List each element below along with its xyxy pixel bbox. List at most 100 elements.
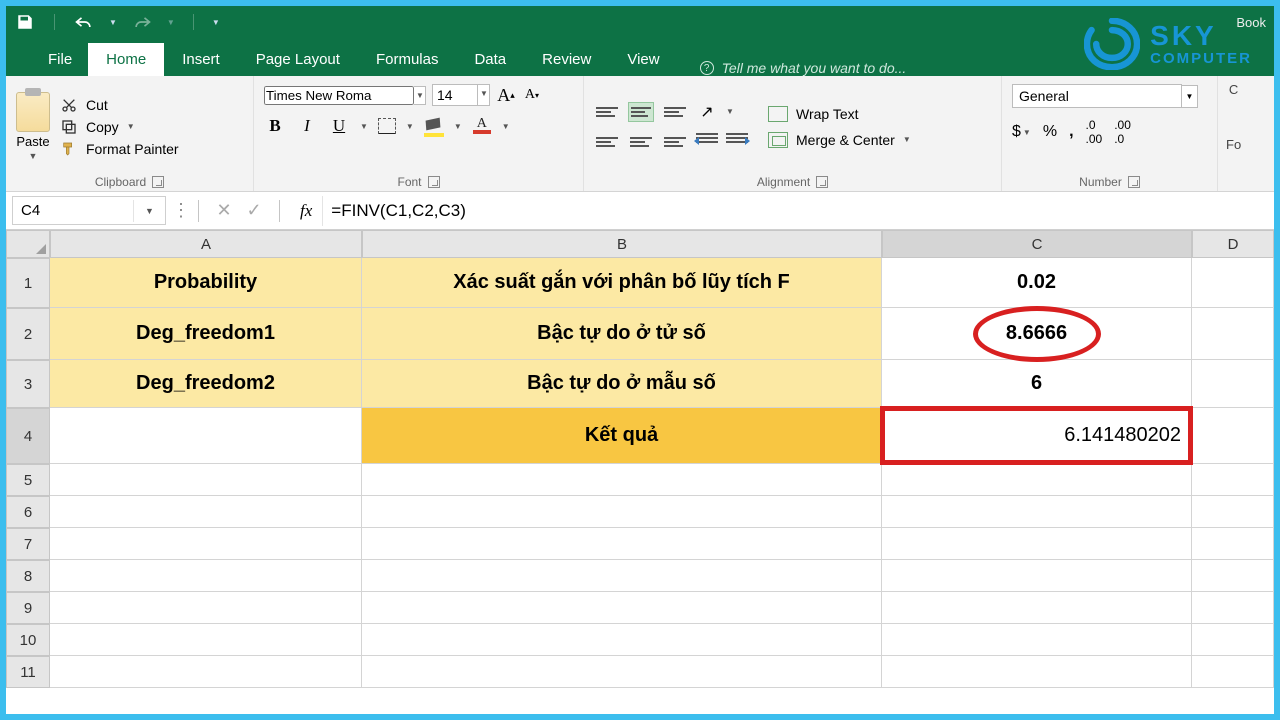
cell-C5[interactable]	[882, 464, 1192, 496]
paste-button[interactable]: Paste ▼	[16, 92, 50, 161]
tab-review[interactable]: Review	[524, 43, 609, 76]
cell-A1[interactable]: Probability	[50, 258, 362, 308]
select-all-corner[interactable]	[6, 230, 50, 258]
cell-C7[interactable]	[882, 528, 1192, 560]
col-header-B[interactable]: B	[362, 230, 882, 258]
row-header-9[interactable]: 9	[6, 592, 50, 624]
cell-D1[interactable]	[1192, 258, 1274, 308]
merge-center-button[interactable]: Merge & Center ▼	[768, 132, 911, 148]
clipboard-dialog-launcher[interactable]	[152, 176, 164, 188]
percent-format-button[interactable]: %	[1043, 123, 1057, 141]
cell-D10[interactable]	[1192, 624, 1274, 656]
cell-D5[interactable]	[1192, 464, 1274, 496]
cell-C1[interactable]: 0.02	[882, 258, 1192, 308]
font-color-dropdown[interactable]: ▼	[502, 122, 510, 131]
number-format-dropdown[interactable]: ▼	[1182, 85, 1198, 108]
align-center-button[interactable]	[628, 132, 654, 152]
enter-button[interactable]: ✓	[239, 200, 269, 221]
cell-B3[interactable]: Bậc tự do ở mẫu số	[362, 360, 882, 408]
font-dialog-launcher[interactable]	[428, 176, 440, 188]
orientation-dropdown[interactable]: ▼	[726, 107, 734, 116]
row-header-1[interactable]: 1	[6, 258, 50, 308]
cell-C8[interactable]	[882, 560, 1192, 592]
tab-data[interactable]: Data	[456, 43, 524, 76]
align-middle-button[interactable]	[628, 102, 654, 122]
col-header-C[interactable]: C	[882, 230, 1192, 258]
cell-C2[interactable]: 8.6666	[882, 308, 1192, 360]
font-color-button[interactable]: A	[472, 118, 492, 134]
cell-C9[interactable]	[882, 592, 1192, 624]
tab-page-layout[interactable]: Page Layout	[238, 43, 358, 76]
tab-formulas[interactable]: Formulas	[358, 43, 457, 76]
col-header-A[interactable]: A	[50, 230, 362, 258]
copy-button[interactable]: Copy ▼	[60, 119, 179, 135]
cell-B5[interactable]	[362, 464, 882, 496]
font-name-input[interactable]	[264, 86, 414, 105]
cell-A7[interactable]	[50, 528, 362, 560]
cell-A2[interactable]: Deg_freedom1	[50, 308, 362, 360]
align-left-button[interactable]	[594, 132, 620, 152]
cell-A4[interactable]	[50, 408, 362, 464]
fill-color-dropdown[interactable]: ▼	[454, 122, 462, 131]
name-box-input[interactable]	[13, 197, 133, 224]
cell-B4[interactable]: Kết quả	[362, 408, 882, 464]
tab-insert[interactable]: Insert	[164, 43, 238, 76]
name-box[interactable]: ▼	[12, 196, 166, 225]
decrease-decimal-button[interactable]: .00.0	[1114, 118, 1131, 146]
italic-button[interactable]: I	[296, 116, 318, 136]
alignment-dialog-launcher[interactable]	[816, 176, 828, 188]
row-header-6[interactable]: 6	[6, 496, 50, 528]
cell-A5[interactable]	[50, 464, 362, 496]
fx-icon[interactable]: fx	[300, 201, 312, 221]
cell-D6[interactable]	[1192, 496, 1274, 528]
cell-D8[interactable]	[1192, 560, 1274, 592]
undo-icon[interactable]	[73, 11, 95, 33]
cell-C11[interactable]	[882, 656, 1192, 688]
fill-color-button[interactable]	[424, 118, 444, 134]
shrink-font-button[interactable]: A▾	[522, 85, 542, 105]
underline-dropdown[interactable]: ▼	[360, 122, 368, 131]
cell-C10[interactable]	[882, 624, 1192, 656]
cut-button[interactable]: Cut	[60, 97, 179, 113]
name-box-dropdown[interactable]: ▼	[133, 200, 165, 222]
row-header-3[interactable]: 3	[6, 360, 50, 408]
cell-D4[interactable]	[1192, 408, 1274, 464]
row-header-11[interactable]: 11	[6, 656, 50, 688]
row-header-2[interactable]: 2	[6, 308, 50, 360]
format-painter-button[interactable]: Format Painter	[60, 141, 179, 157]
number-dialog-launcher[interactable]	[1128, 176, 1140, 188]
decrease-indent-button[interactable]	[696, 133, 718, 151]
tab-view[interactable]: View	[609, 43, 677, 76]
save-icon[interactable]	[14, 11, 36, 33]
row-header-7[interactable]: 7	[6, 528, 50, 560]
cell-B10[interactable]	[362, 624, 882, 656]
font-size-dropdown[interactable]: ▼	[478, 84, 490, 106]
cell-D9[interactable]	[1192, 592, 1274, 624]
row-header-10[interactable]: 10	[6, 624, 50, 656]
cell-C3[interactable]: 6	[882, 360, 1192, 408]
namebox-resize[interactable]: ⋮	[172, 200, 188, 221]
spreadsheet-grid[interactable]: A B C D 1 Probability Xác suất gắn với p…	[6, 230, 1274, 688]
align-top-button[interactable]	[594, 102, 620, 122]
cell-C4[interactable]: 6.141480202	[882, 408, 1192, 464]
grow-font-button[interactable]: A▴	[496, 85, 516, 105]
cell-A10[interactable]	[50, 624, 362, 656]
cell-D11[interactable]	[1192, 656, 1274, 688]
increase-indent-button[interactable]	[726, 133, 748, 151]
align-right-button[interactable]	[662, 132, 688, 152]
cell-A6[interactable]	[50, 496, 362, 528]
number-format-select[interactable]: General	[1012, 84, 1182, 108]
cell-B1[interactable]: Xác suất gắn với phân bố lũy tích F	[362, 258, 882, 308]
redo-icon[interactable]	[131, 11, 153, 33]
borders-dropdown[interactable]: ▼	[406, 122, 414, 131]
font-size-input[interactable]	[432, 84, 478, 106]
col-header-D[interactable]: D	[1192, 230, 1274, 258]
cell-B9[interactable]	[362, 592, 882, 624]
cell-B11[interactable]	[362, 656, 882, 688]
cell-A8[interactable]	[50, 560, 362, 592]
wrap-text-button[interactable]: Wrap Text	[768, 106, 911, 122]
cancel-button[interactable]: ✕	[209, 200, 239, 221]
qat-customize[interactable]: ▼	[212, 18, 220, 27]
font-name-dropdown[interactable]: ▼	[414, 86, 426, 105]
tell-me[interactable]: ? Tell me what you want to do...	[700, 60, 907, 76]
